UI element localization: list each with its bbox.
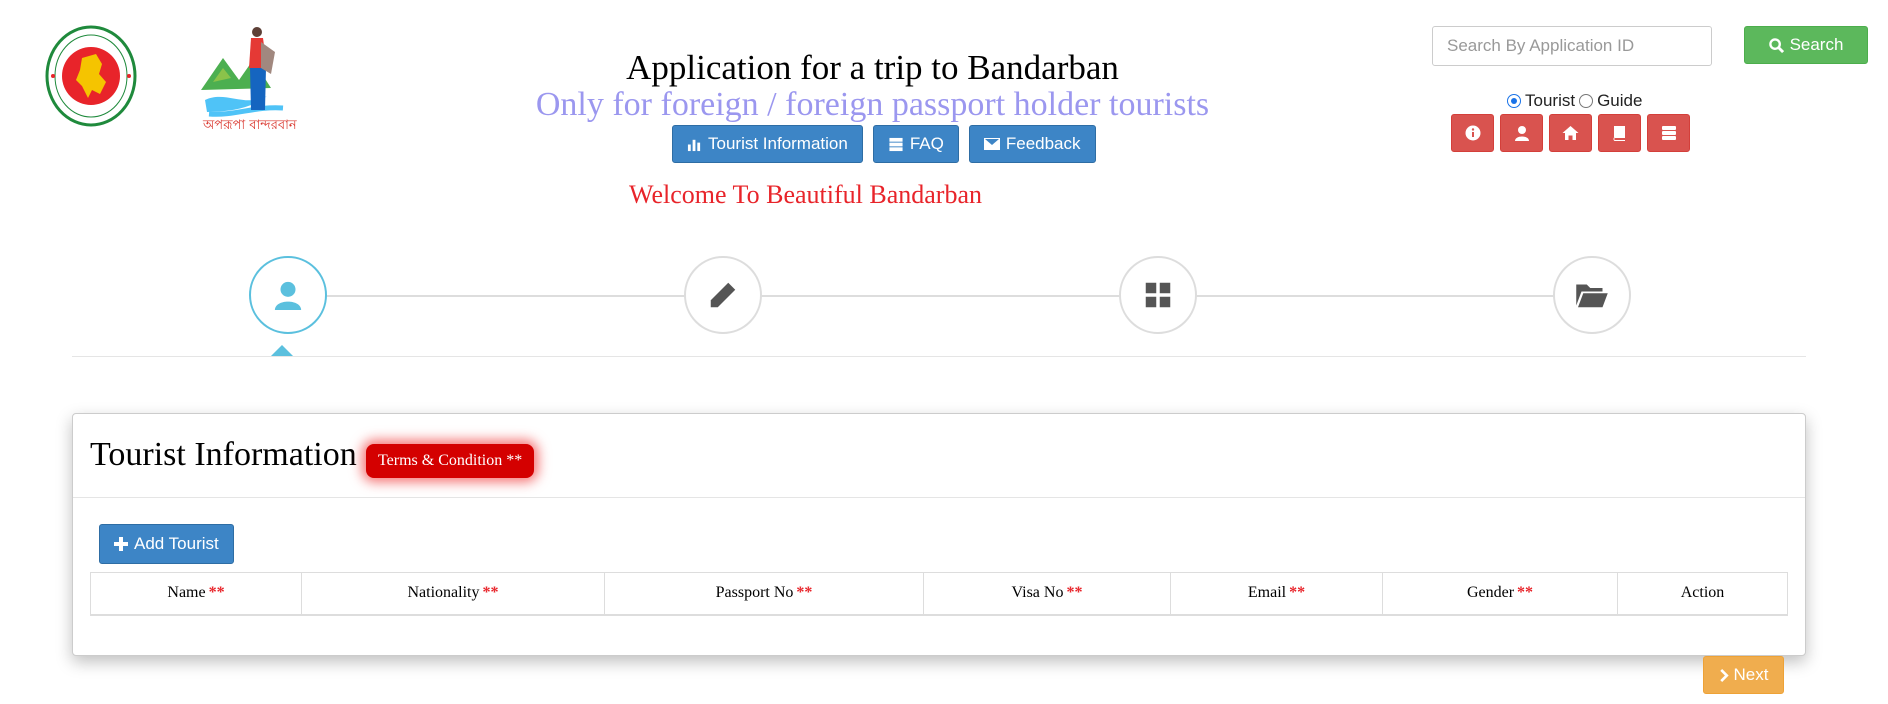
tourist-radio-label: Tourist (1525, 91, 1576, 110)
guide-radio-label: Guide (1597, 91, 1643, 110)
search-button-label: Search (1789, 35, 1844, 54)
column-nationality: Nationality ** (301, 572, 605, 616)
feedback-button[interactable]: Feedback (968, 125, 1096, 163)
tourist-radio[interactable] (1507, 94, 1521, 108)
wizard-step-details[interactable] (684, 256, 762, 334)
folder-open-icon (1576, 284, 1608, 308)
home-button[interactable] (1549, 114, 1592, 152)
add-tourist-button[interactable]: Add Tourist (99, 524, 234, 564)
envelope-icon (983, 138, 1000, 150)
faq-label: FAQ (909, 134, 944, 153)
search-button[interactable]: Search (1744, 26, 1868, 64)
info-button[interactable] (1451, 114, 1494, 152)
user-button[interactable] (1500, 114, 1543, 152)
wizard-divider (72, 356, 1806, 357)
wizard-step-overview[interactable] (1119, 256, 1197, 334)
guide-radio[interactable] (1579, 94, 1594, 108)
feedback-label: Feedback (1005, 134, 1081, 153)
book-button[interactable] (1598, 114, 1641, 152)
info-icon (1465, 125, 1480, 141)
search-icon (1768, 37, 1784, 53)
grid-icon (1145, 282, 1171, 308)
wizard-progress-line (288, 295, 1630, 297)
plus-icon (114, 537, 128, 551)
server-list-icon (1661, 126, 1676, 140)
list-icon (889, 137, 903, 151)
book-icon (1613, 126, 1625, 141)
column-action: Action (1617, 572, 1788, 616)
user-icon (274, 281, 302, 310)
application-id-search-input[interactable]: Search By Application ID (1432, 26, 1712, 66)
column-visa-no: Visa No ** (923, 572, 1171, 616)
welcome-message: Welcome To Beautiful Bandarban (629, 180, 982, 209)
column-name: Name ** (90, 572, 302, 616)
tourist-table: Name ** Nationality ** Passport No ** Visa … (90, 572, 1788, 616)
faq-button[interactable]: FAQ (872, 125, 959, 163)
table-header-row: Name ** Nationality ** Passport No ** Visa … (90, 572, 1788, 616)
top-nav: Tourist Information FAQ Feedback (672, 125, 1096, 163)
user-icon (1514, 126, 1529, 141)
quick-action-buttons (1451, 114, 1690, 152)
server-list-button[interactable] (1647, 114, 1690, 152)
next-label: Next (1733, 665, 1769, 684)
column-passport-no: Passport No ** (604, 572, 924, 616)
panel-title: Tourist Information (90, 436, 357, 473)
wizard-step-documents[interactable] (1553, 256, 1631, 334)
home-icon (1562, 126, 1579, 140)
terms-condition-button[interactable]: Terms & Condition ** (366, 444, 535, 478)
pencil-icon (710, 282, 736, 308)
next-button[interactable]: Next (1703, 656, 1784, 694)
column-email: Email ** (1170, 572, 1383, 616)
panel-header: Tourist Information Terms & Condition ** (73, 414, 1805, 498)
tourist-information-panel: Tourist Information Terms & Condition **… (72, 413, 1806, 656)
role-radio-group: Tourist Guide (1507, 91, 1642, 111)
tourist-information-label: Tourist Information (708, 134, 848, 153)
add-tourist-label: Add Tourist (134, 534, 219, 553)
chevron-right-icon (1719, 668, 1729, 682)
wizard-step-tourist[interactable] (249, 256, 327, 334)
tourist-information-button[interactable]: Tourist Information (672, 125, 863, 163)
column-gender: Gender ** (1382, 572, 1618, 616)
bar-chart-icon (687, 139, 701, 151)
